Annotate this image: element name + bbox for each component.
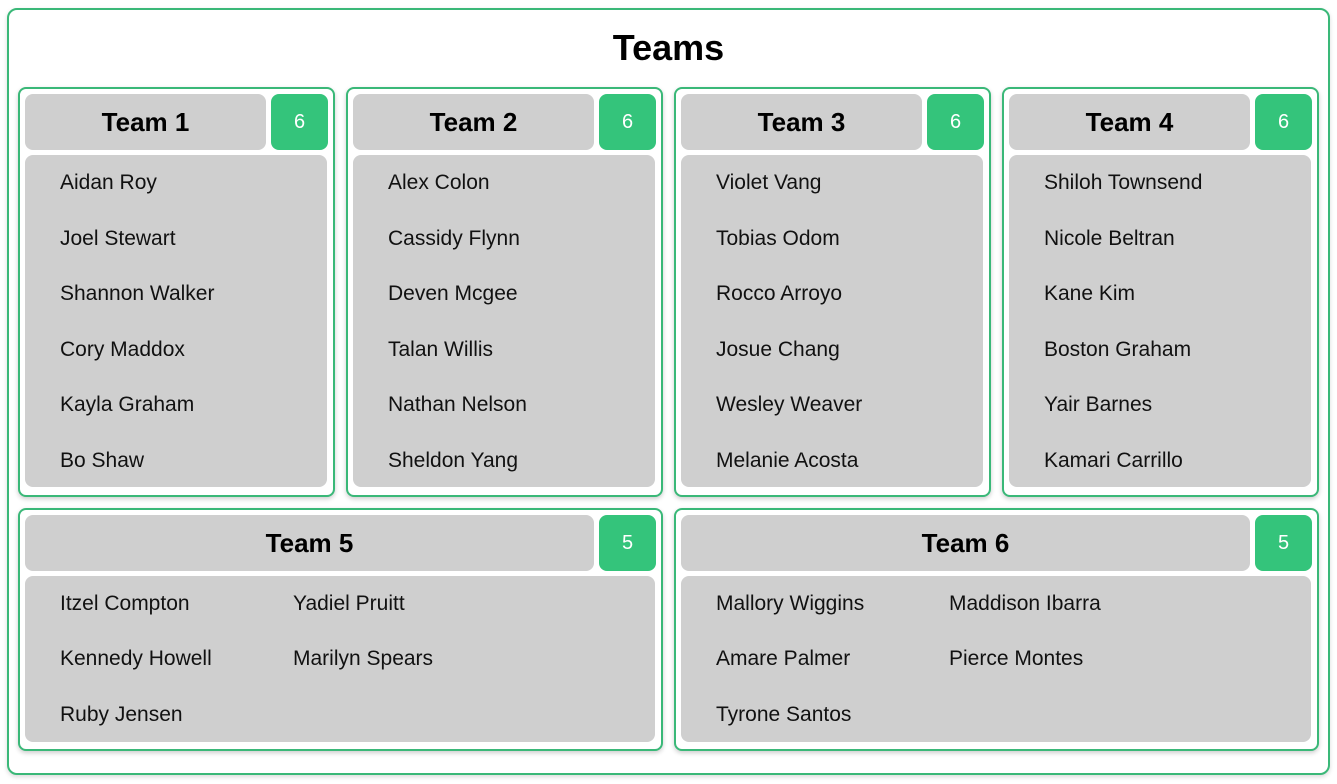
team-member[interactable]: Aidan Roy — [60, 169, 157, 197]
team-name: Team 2 — [353, 94, 594, 150]
team-member[interactable]: Maddison Ibarra — [949, 590, 1101, 618]
team-member[interactable]: Cassidy Flynn — [388, 225, 520, 253]
team-name: Team 4 — [1009, 94, 1250, 150]
team-member[interactable]: Deven Mcgee — [388, 280, 518, 308]
team-name: Team 3 — [681, 94, 922, 150]
team-member-list: Violet Vang Tobias Odom Rocco Arroyo Jos… — [681, 155, 983, 487]
team-count-badge: 5 — [599, 515, 656, 571]
team-member[interactable]: Nicole Beltran — [1044, 225, 1175, 253]
team-member-list: Aidan Roy Joel Stewart Shannon Walker Co… — [25, 155, 327, 487]
team-card: Team 2 6 Alex Colon Cassidy Flynn Deven … — [346, 87, 663, 497]
team-card: Team 1 6 Aidan Roy Joel Stewart Shannon … — [18, 87, 335, 497]
team-member-list: Shiloh Townsend Nicole Beltran Kane Kim … — [1009, 155, 1311, 487]
team-member[interactable]: Yadiel Pruitt — [293, 590, 405, 618]
team-count-badge: 6 — [1255, 94, 1312, 150]
team-member-list: Alex Colon Cassidy Flynn Deven Mcgee Tal… — [353, 155, 655, 487]
team-member[interactable]: Nathan Nelson — [388, 391, 527, 419]
team-card: Team 3 6 Violet Vang Tobias Odom Rocco A… — [674, 87, 991, 497]
team-count-badge: 6 — [927, 94, 984, 150]
team-count-badge: 6 — [599, 94, 656, 150]
team-name: Team 6 — [681, 515, 1250, 571]
team-member[interactable]: Sheldon Yang — [388, 447, 518, 475]
team-name: Team 5 — [25, 515, 594, 571]
team-member[interactable]: Marilyn Spears — [293, 645, 433, 673]
page-title: Teams — [612, 27, 725, 68]
team-member[interactable]: Cory Maddox — [60, 336, 185, 364]
team-member[interactable]: Kamari Carrillo — [1044, 447, 1183, 475]
team-member[interactable]: Violet Vang — [716, 169, 821, 197]
team-member[interactable]: Shiloh Townsend — [1044, 169, 1202, 197]
team-count-badge: 5 — [1255, 515, 1312, 571]
team-card: Team 4 6 Shiloh Townsend Nicole Beltran … — [1002, 87, 1319, 497]
team-member[interactable]: Alex Colon — [388, 169, 490, 197]
team-member[interactable]: Rocco Arroyo — [716, 280, 842, 308]
team-card: Team 5 5 Itzel Compton Yadiel Pruitt Ken… — [18, 508, 663, 751]
team-member[interactable]: Yair Barnes — [1044, 391, 1152, 419]
team-member-list: Mallory Wiggins Maddison Ibarra Amare Pa… — [681, 576, 1311, 742]
team-member[interactable]: Amare Palmer — [716, 645, 850, 673]
team-member[interactable]: Mallory Wiggins — [716, 590, 864, 618]
team-member[interactable]: Melanie Acosta — [716, 447, 858, 475]
team-member-list: Itzel Compton Yadiel Pruitt Kennedy Howe… — [25, 576, 655, 742]
team-member[interactable]: Itzel Compton — [60, 590, 190, 618]
team-name: Team 1 — [25, 94, 266, 150]
team-member[interactable]: Josue Chang — [716, 336, 840, 364]
team-member[interactable]: Joel Stewart — [60, 225, 176, 253]
team-member[interactable]: Wesley Weaver — [716, 391, 862, 419]
team-count-badge: 6 — [271, 94, 328, 150]
team-member[interactable]: Talan Willis — [388, 336, 493, 364]
team-member[interactable]: Tyrone Santos — [716, 701, 851, 729]
team-member[interactable]: Tobias Odom — [716, 225, 840, 253]
team-member[interactable]: Kennedy Howell — [60, 645, 212, 673]
team-member[interactable]: Shannon Walker — [60, 280, 214, 308]
team-member[interactable]: Kane Kim — [1044, 280, 1135, 308]
team-member[interactable]: Bo Shaw — [60, 447, 144, 475]
team-member[interactable]: Boston Graham — [1044, 336, 1191, 364]
team-member[interactable]: Kayla Graham — [60, 391, 194, 419]
team-member[interactable]: Ruby Jensen — [60, 701, 183, 729]
team-member[interactable]: Pierce Montes — [949, 645, 1083, 673]
team-card: Team 6 5 Mallory Wiggins Maddison Ibarra… — [674, 508, 1319, 751]
